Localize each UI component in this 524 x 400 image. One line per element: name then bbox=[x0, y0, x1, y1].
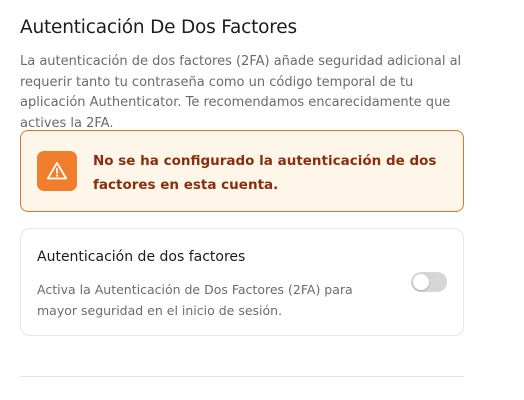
section-divider bbox=[20, 376, 464, 377]
warning-triangle-icon bbox=[37, 151, 77, 191]
toggle-knob bbox=[413, 274, 429, 290]
section-description: La autenticación de dos factores (2FA) a… bbox=[20, 54, 462, 131]
two-factor-toggle[interactable] bbox=[411, 272, 447, 292]
two-factor-card-title: Autenticación de dos factores bbox=[37, 249, 246, 265]
two-factor-card-description: Activa la Autenticación de Dos Factores … bbox=[37, 282, 353, 318]
section-title: Autenticación De Dos Factores bbox=[20, 17, 297, 38]
warning-alert: No se ha configurado la autenticación de… bbox=[20, 130, 464, 212]
two-factor-toggle-card: Autenticación de dos factores Activa la … bbox=[20, 228, 464, 336]
warning-alert-message: No se ha configurado la autenticación de… bbox=[93, 153, 437, 193]
